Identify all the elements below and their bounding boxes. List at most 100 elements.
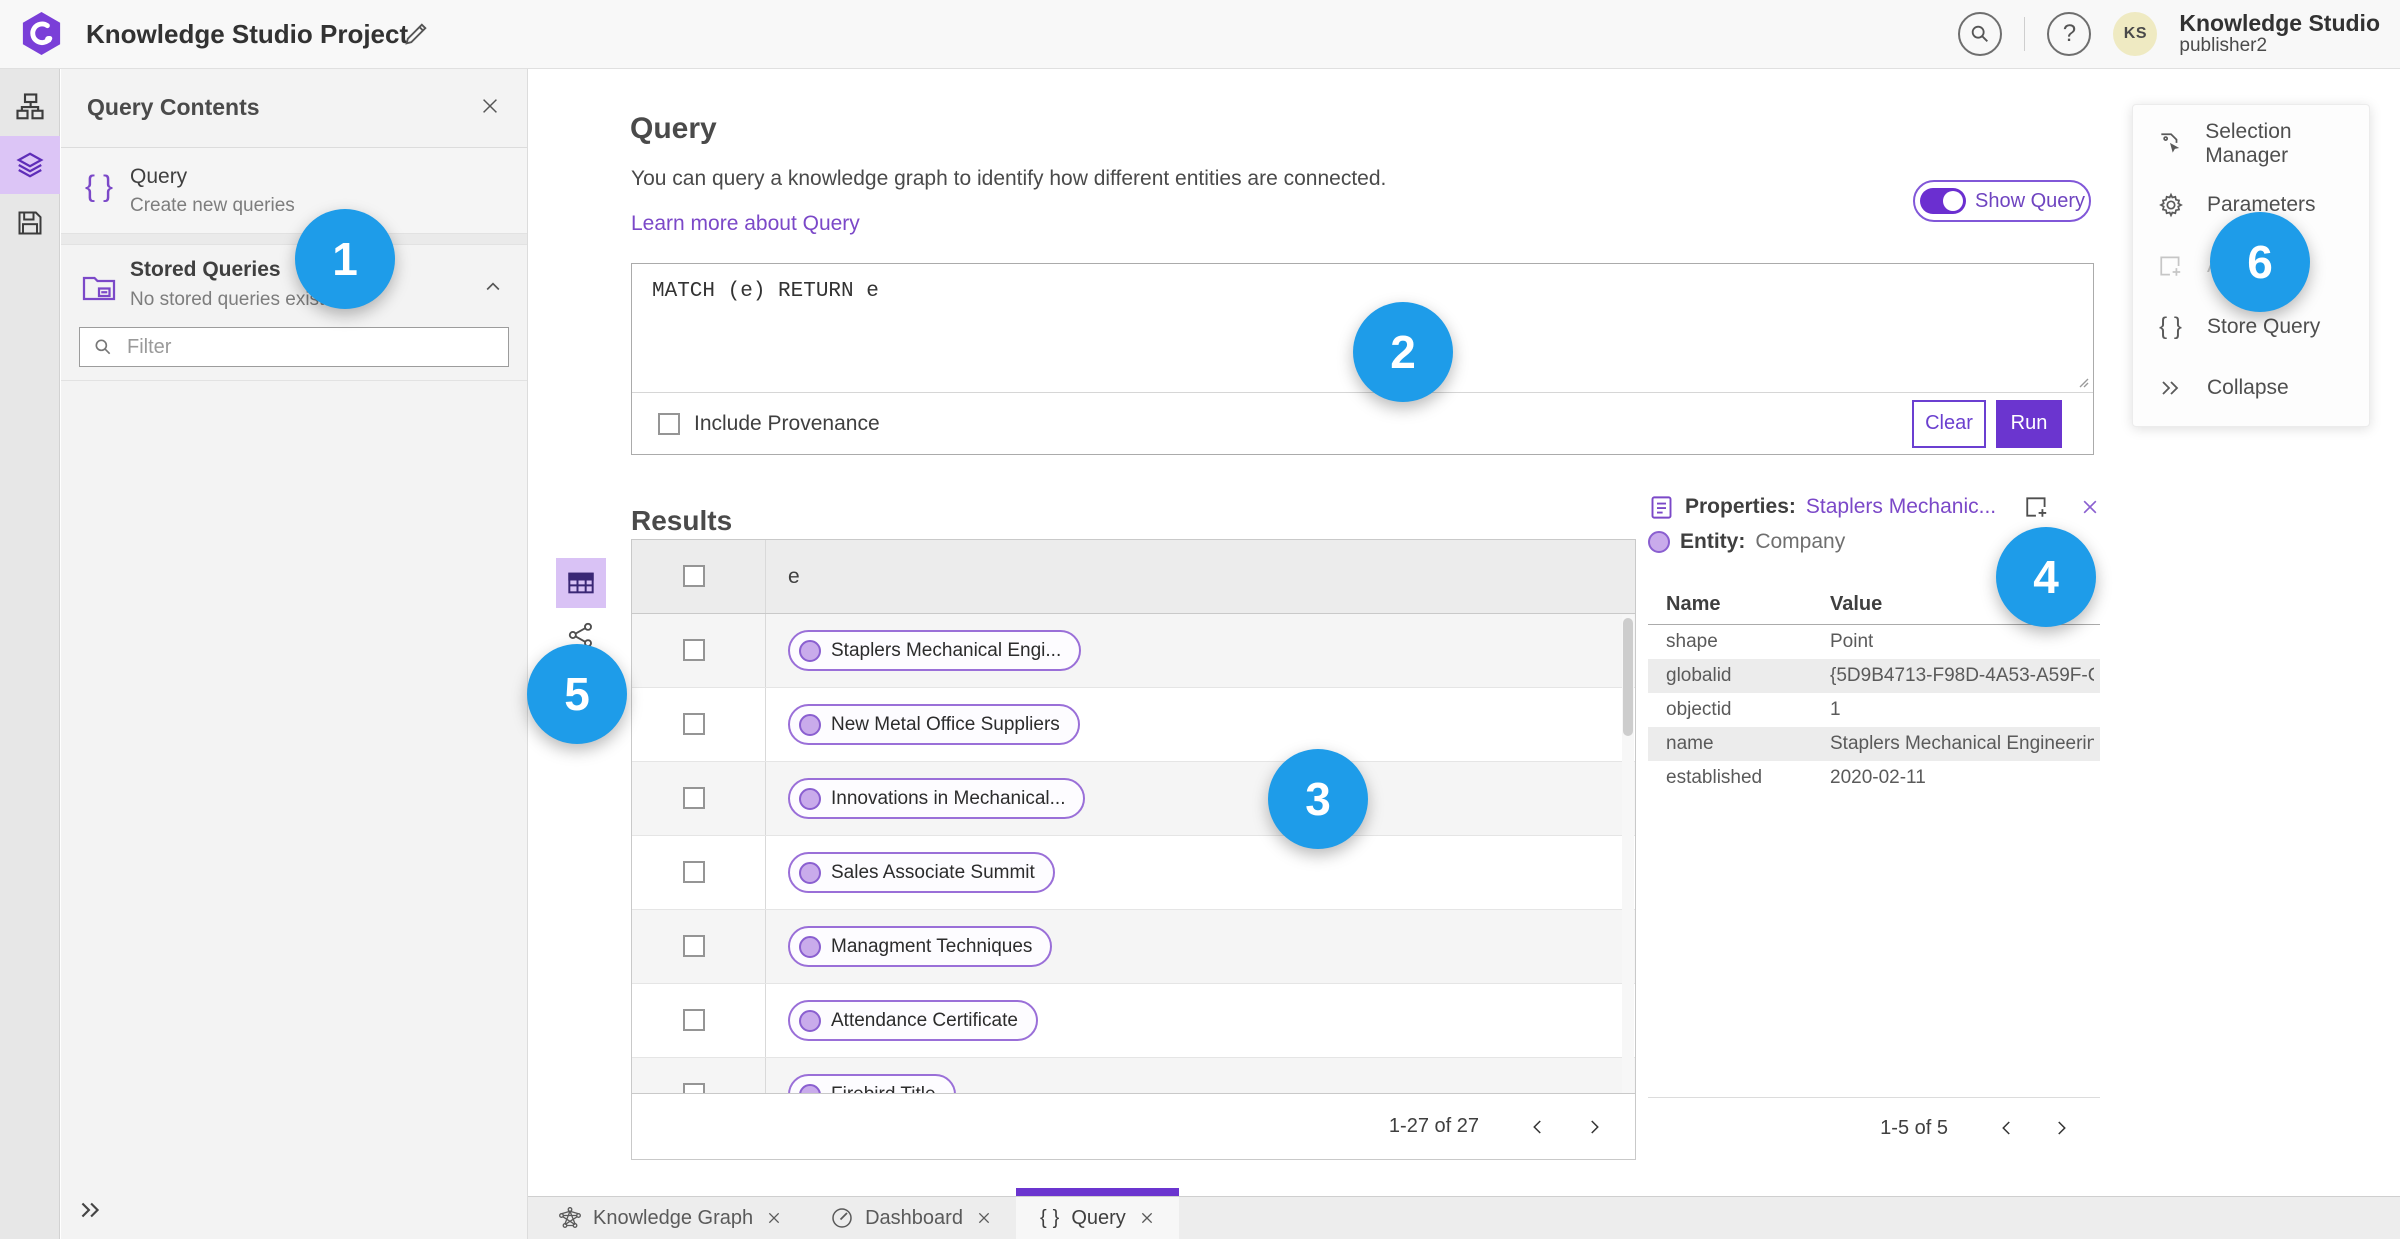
select-all-checkbox[interactable] bbox=[683, 565, 705, 587]
tab-query[interactable]: { } Query bbox=[1015, 1188, 1179, 1239]
entity-icon bbox=[799, 713, 821, 736]
double-chevron-right-icon bbox=[2157, 376, 2185, 400]
results-table: e Staplers Mechanical Engi... New Metal O… bbox=[631, 539, 1636, 1160]
row-checkbox[interactable] bbox=[683, 861, 705, 883]
menu-item-label: Store Query bbox=[2207, 314, 2321, 338]
column-divider bbox=[765, 614, 766, 687]
row-checkbox[interactable] bbox=[683, 639, 705, 661]
column-divider bbox=[765, 688, 766, 761]
rail-item-contents[interactable] bbox=[0, 136, 60, 194]
property-row[interactable]: established 2020-02-11 bbox=[1648, 761, 2100, 795]
table-row[interactable]: Firebird Title bbox=[632, 1058, 1635, 1096]
query-item-title: Query bbox=[130, 165, 188, 188]
row-checkbox[interactable] bbox=[683, 787, 705, 809]
entity-pill[interactable]: Sales Associate Summit bbox=[788, 852, 1055, 893]
close-tab-icon[interactable] bbox=[976, 1210, 992, 1226]
table-row[interactable]: Sales Associate Summit bbox=[632, 836, 1635, 910]
page-next-icon[interactable] bbox=[2046, 1113, 2076, 1143]
expand-panel-icon[interactable] bbox=[77, 1197, 103, 1223]
entity-pill[interactable]: Attendance Certificate bbox=[788, 1000, 1038, 1041]
help-icon[interactable]: ? bbox=[2047, 12, 2092, 56]
property-value: {5D9B4713-F98D-4A53-A59F-C11... bbox=[1830, 665, 2094, 686]
toggle-switch[interactable] bbox=[1920, 188, 1966, 214]
table-row[interactable]: Innovations in Mechanical... bbox=[632, 762, 1635, 836]
table-row[interactable]: Staplers Mechanical Engi... bbox=[632, 614, 1635, 688]
column-header: e bbox=[788, 565, 800, 588]
property-name: established bbox=[1666, 767, 1763, 788]
tab-dashboard[interactable]: Dashboard bbox=[806, 1197, 1016, 1239]
entity-pill[interactable]: Managment Techniques bbox=[788, 926, 1053, 967]
project-title: Knowledge Studio Project bbox=[86, 19, 409, 49]
annotation-badge-1: 1 bbox=[295, 209, 395, 309]
table-row[interactable]: Attendance Certificate bbox=[632, 984, 1635, 1058]
resize-handle-icon[interactable] bbox=[2075, 374, 2089, 388]
close-properties-icon[interactable] bbox=[2080, 497, 2100, 517]
entity-pill[interactable]: Innovations in Mechanical... bbox=[788, 778, 1086, 819]
sidebar-item-stored-queries[interactable]: Stored Queries No stored queries exist bbox=[61, 245, 527, 329]
property-row[interactable]: name Staplers Mechanical Engineering bbox=[1648, 727, 2100, 761]
rail-item-data-model[interactable] bbox=[0, 78, 60, 136]
table-view-button[interactable] bbox=[556, 558, 606, 608]
user-name: Knowledge Studio bbox=[2179, 9, 2380, 36]
layers-icon bbox=[15, 150, 45, 180]
scrollbar-thumb[interactable] bbox=[1623, 618, 1633, 736]
table-row[interactable]: Managment Techniques bbox=[632, 910, 1635, 984]
chevron-up-icon[interactable] bbox=[483, 277, 503, 297]
entity-icon bbox=[799, 1009, 821, 1032]
query-item-subtitle: Create new queries bbox=[130, 195, 295, 216]
query-text: MATCH (e) RETURN e bbox=[652, 280, 879, 303]
filter-input[interactable] bbox=[125, 334, 459, 360]
close-icon[interactable] bbox=[479, 95, 505, 121]
entity-icon bbox=[799, 639, 821, 662]
show-query-toggle[interactable]: Show Query bbox=[1913, 180, 2091, 222]
entity-icon bbox=[799, 861, 821, 884]
sidebar-item-query[interactable]: { } Query Create new queries bbox=[61, 148, 527, 234]
tab-label: Query bbox=[1071, 1206, 1126, 1229]
close-tab-icon[interactable] bbox=[1139, 1210, 1155, 1226]
add-to-map-icon[interactable] bbox=[2024, 494, 2050, 520]
column-divider bbox=[765, 984, 766, 1057]
row-checkbox[interactable] bbox=[683, 713, 705, 735]
row-checkbox[interactable] bbox=[683, 1009, 705, 1031]
menu-item-collapse[interactable]: Collapse bbox=[2133, 357, 2369, 418]
properties-doc-icon bbox=[1648, 494, 1675, 521]
rail-item-save[interactable] bbox=[0, 194, 60, 252]
column-divider bbox=[765, 910, 766, 983]
page-previous-icon[interactable] bbox=[1523, 1112, 1553, 1142]
braces-icon: { } bbox=[85, 170, 115, 203]
table-row[interactable]: New Metal Office Suppliers bbox=[632, 688, 1635, 762]
property-row[interactable]: objectid 1 bbox=[1648, 693, 2100, 727]
menu-item-selection-manager[interactable]: Selection Manager bbox=[2133, 113, 2369, 174]
tab-knowledge-graph[interactable]: Knowledge Graph bbox=[534, 1197, 806, 1239]
properties-table-body: shape Point globalid {5D9B4713-F98D-4A53-A5… bbox=[1648, 625, 2100, 795]
user-info[interactable]: Knowledge Studio publisher2 bbox=[2179, 9, 2384, 57]
page-previous-icon[interactable] bbox=[1992, 1113, 2022, 1143]
entity-pill[interactable]: New Metal Office Suppliers bbox=[788, 704, 1080, 745]
search-icon[interactable] bbox=[1958, 12, 2003, 56]
scrollbar[interactable] bbox=[1622, 615, 1634, 1095]
header-divider bbox=[2024, 17, 2026, 51]
entity-icon bbox=[799, 787, 821, 810]
learn-more-link[interactable]: Learn more about Query bbox=[631, 212, 860, 236]
property-name: globalid bbox=[1666, 665, 1732, 686]
header-actions: ? KS Knowledge Studio publisher2 bbox=[1958, 0, 2384, 68]
close-tab-icon[interactable] bbox=[766, 1210, 782, 1226]
include-provenance-checkbox[interactable] bbox=[658, 412, 680, 435]
pagination-label: 1-5 of 5 bbox=[1880, 1116, 1948, 1139]
property-row[interactable]: globalid {5D9B4713-F98D-4A53-A59F-C11... bbox=[1648, 659, 2100, 693]
annotation-badge-4: 4 bbox=[1996, 527, 2096, 627]
avatar[interactable]: KS bbox=[2113, 12, 2158, 56]
run-button[interactable]: Run bbox=[1996, 399, 2062, 448]
row-checkbox[interactable] bbox=[683, 935, 705, 957]
page-next-icon[interactable] bbox=[1579, 1112, 1609, 1142]
results-table-header: e bbox=[632, 540, 1635, 614]
entity-pill[interactable]: Staplers Mechanical Engi... bbox=[788, 630, 1082, 671]
braces-icon: { } bbox=[2159, 312, 2183, 340]
edit-title-icon[interactable] bbox=[402, 20, 430, 48]
add-frame-icon bbox=[2157, 253, 2185, 279]
property-row[interactable]: shape Point bbox=[1648, 625, 2100, 659]
clear-button[interactable]: Clear bbox=[1912, 399, 1986, 448]
pagination-label: 1-27 of 27 bbox=[1388, 1115, 1479, 1137]
properties-entity-link[interactable]: Staplers Mechanic... bbox=[1806, 495, 1996, 519]
dashboard-gauge-icon bbox=[830, 1206, 854, 1230]
